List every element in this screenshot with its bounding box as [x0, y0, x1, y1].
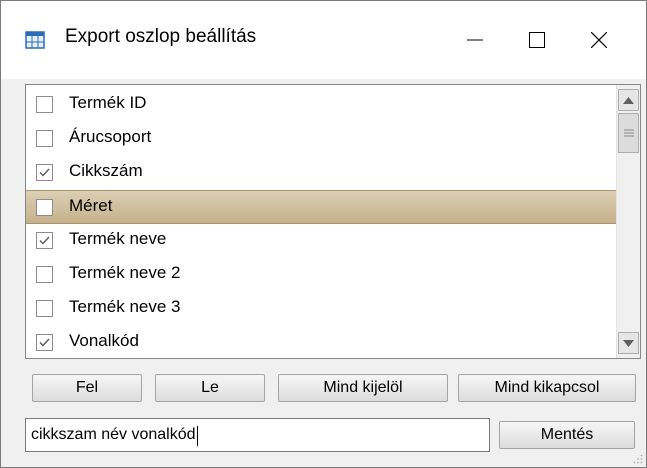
column-label: Termék neve	[69, 229, 167, 248]
scroll-down-button[interactable]	[618, 332, 639, 354]
column-list-item[interactable]: Termék neve 2	[26, 258, 616, 292]
arrow-down-icon	[623, 339, 634, 347]
scroll-up-button[interactable]	[618, 89, 639, 111]
minimize-icon	[467, 39, 483, 41]
column-label: Termék ID	[69, 93, 147, 112]
maximize-button[interactable]	[506, 1, 568, 79]
column-label: Cikkszám	[69, 161, 143, 180]
table-export-icon	[25, 31, 45, 49]
move-up-button[interactable]: Fel	[32, 374, 142, 402]
select-all-button[interactable]: Mind kijelöl	[278, 374, 448, 402]
close-icon	[591, 32, 607, 48]
column-label: Vonalkód	[69, 331, 139, 350]
column-checkbox[interactable]	[36, 334, 53, 351]
window-title: Export oszlop beállítás	[65, 26, 257, 47]
column-list-item[interactable]: Termék neve	[26, 224, 616, 258]
column-label: Termék neve 2	[69, 263, 181, 282]
column-label: Méret	[69, 196, 113, 215]
column-names-value: cikkszam név vonalkód	[31, 426, 196, 443]
maximize-icon	[529, 32, 545, 48]
text-caret	[197, 426, 198, 446]
column-checklist[interactable]: Termék ID Árucsoport Cikkszám Méret Termék n…	[25, 84, 641, 359]
column-checkbox[interactable]	[36, 130, 53, 147]
move-down-button[interactable]: Le	[155, 374, 265, 402]
scroll-thumb[interactable]	[618, 113, 639, 153]
grip-lines-icon	[623, 129, 634, 137]
column-label: Termék neve 3	[69, 297, 181, 316]
arrow-up-icon	[623, 96, 634, 104]
column-label: Árucsoport	[69, 127, 152, 146]
resize-grip-icon[interactable]	[633, 454, 643, 464]
column-checkbox[interactable]	[36, 164, 53, 181]
column-list-item[interactable]: Méret	[26, 190, 616, 224]
column-checkbox[interactable]	[36, 199, 53, 216]
column-list-item[interactable]: Árucsoport	[26, 122, 616, 156]
column-list-item[interactable]: Cikkszám	[26, 156, 616, 190]
checkmark-icon	[39, 168, 50, 177]
column-checkbox[interactable]	[36, 96, 53, 113]
column-list-item[interactable]: Vonalkód	[26, 326, 616, 358]
save-button[interactable]: Mentés	[499, 421, 635, 449]
close-button[interactable]	[568, 1, 630, 79]
export-column-settings-window: Export oszlop beállítás Termék ID Árucsop…	[0, 0, 647, 468]
deselect-all-button[interactable]: Mind kikapcsol	[458, 374, 636, 402]
vertical-scrollbar[interactable]	[616, 85, 640, 358]
minimize-button[interactable]	[444, 1, 506, 79]
column-checkbox[interactable]	[36, 300, 53, 317]
column-list-item[interactable]: Termék ID	[26, 88, 616, 122]
checkmark-icon	[39, 236, 50, 245]
title-bar[interactable]: Export oszlop beállítás	[1, 1, 646, 79]
column-checkbox[interactable]	[36, 232, 53, 249]
column-checkbox[interactable]	[36, 266, 53, 283]
column-list-item[interactable]: Termék neve 3	[26, 292, 616, 326]
checkmark-icon	[39, 338, 50, 347]
column-names-input[interactable]: cikkszam név vonalkód	[25, 418, 490, 452]
